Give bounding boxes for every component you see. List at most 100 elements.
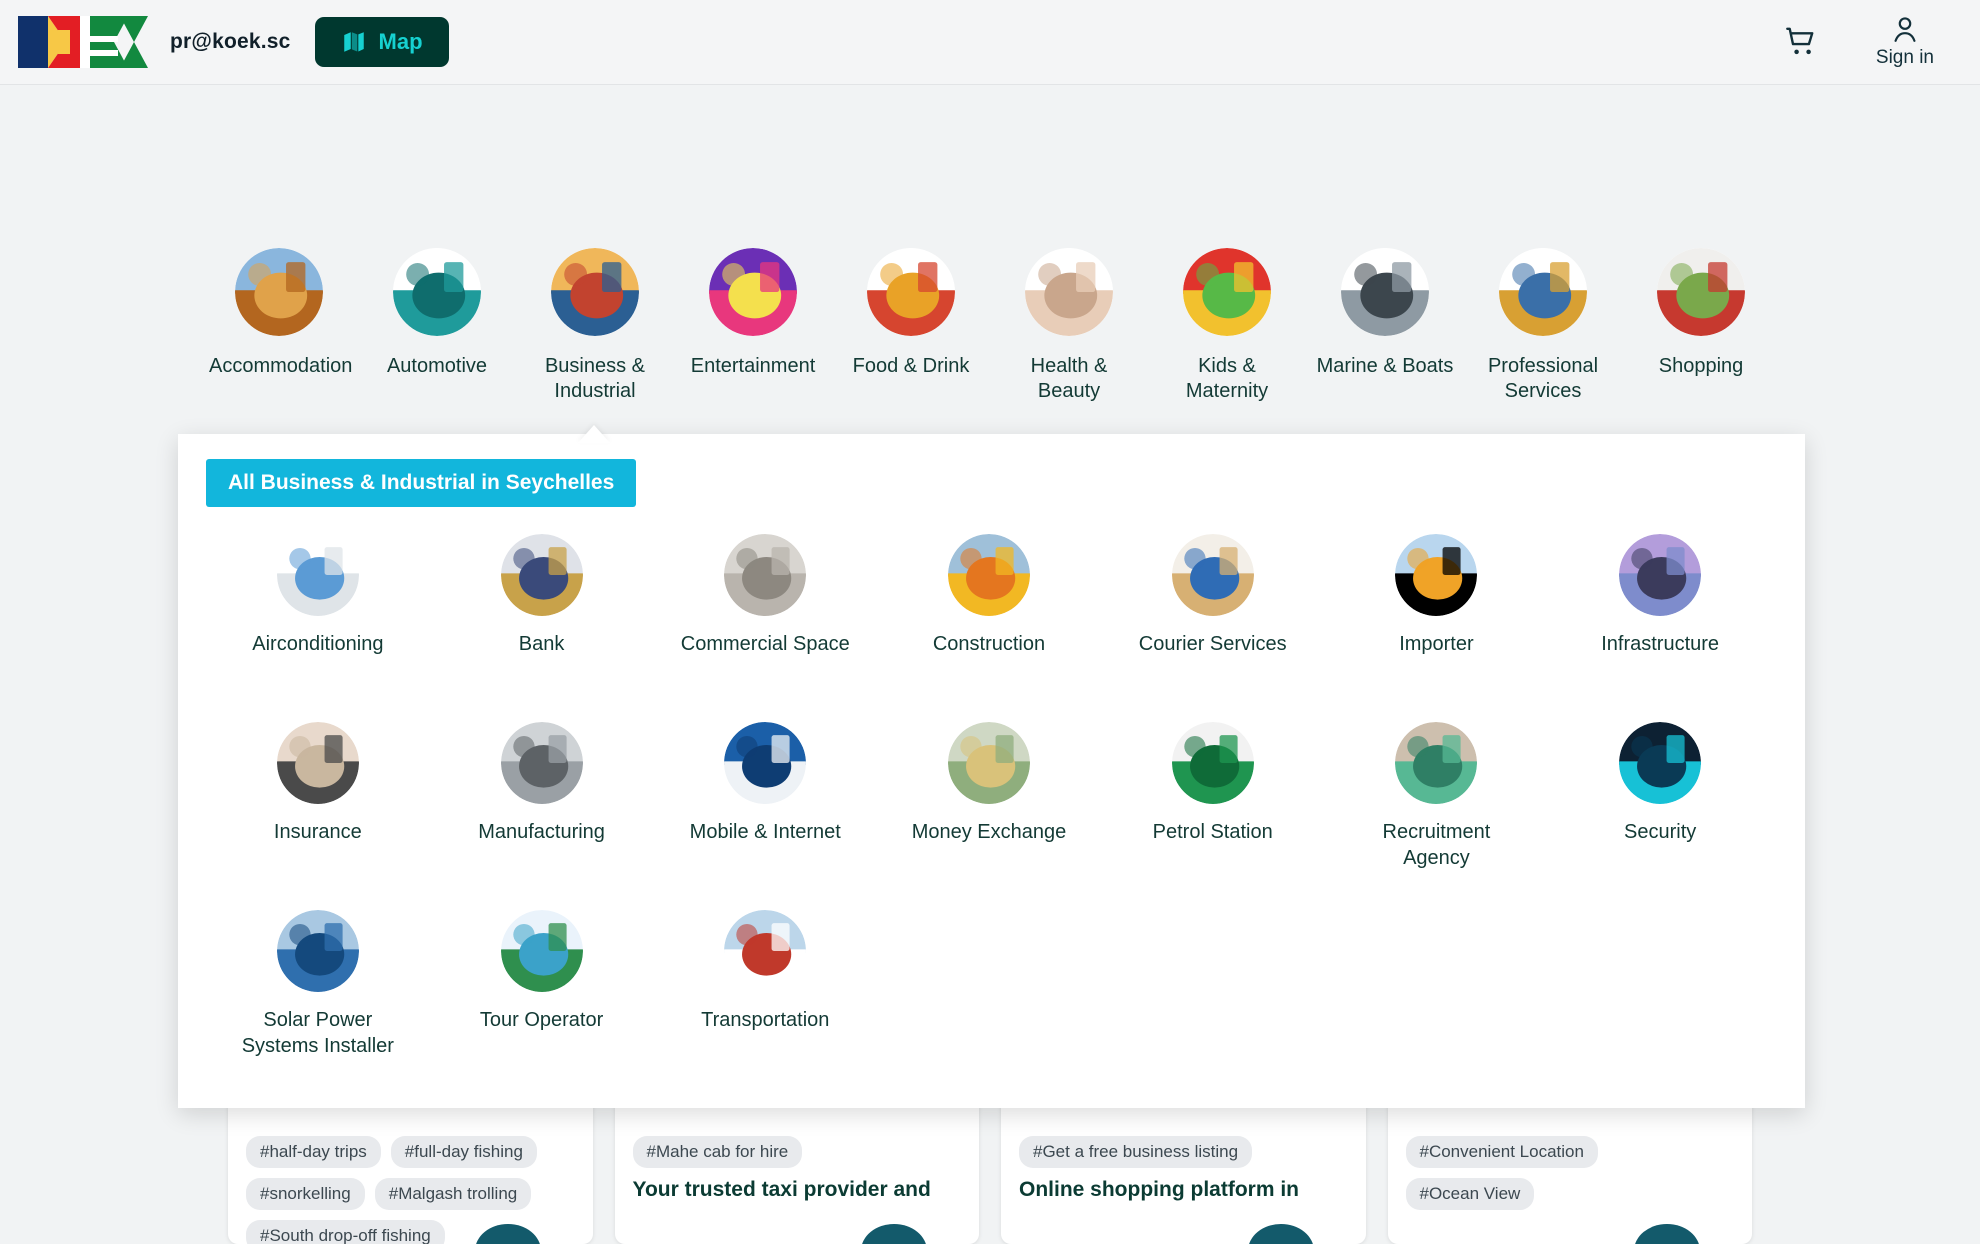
- subcategory-item-petrol-station[interactable]: Petrol Station: [1101, 712, 1325, 900]
- category-item-shopping[interactable]: Shopping: [1622, 248, 1780, 404]
- sports-car-photo-icon: [393, 248, 481, 336]
- protecting-hands-photo-icon: [276, 722, 359, 804]
- tag-chip[interactable]: #half-day trips: [246, 1136, 381, 1168]
- business-logo-blob: [861, 1224, 927, 1244]
- category-item-accommodation[interactable]: Accommodation: [200, 248, 358, 404]
- category-label: Automotive: [386, 355, 488, 377]
- shipping-port-photo-icon: [551, 248, 639, 336]
- category-label: Health & Beauty: [1030, 355, 1108, 402]
- tag-chip[interactable]: #snorkelling: [246, 1178, 365, 1210]
- tag-chip[interactable]: #Malgash trolling: [374, 1178, 532, 1210]
- tag-chip[interactable]: #Ocean View: [1405, 1178, 1535, 1210]
- category-label: Kids & Maternity: [1185, 355, 1269, 402]
- subcategory-item-manufacturing[interactable]: Manufacturing: [430, 712, 654, 900]
- subcategory-item-commercial-space[interactable]: Commercial Space: [653, 524, 877, 712]
- professionals-group-photo-icon: [1499, 248, 1587, 336]
- tag-row: #Mahe cab for hire: [632, 1136, 962, 1168]
- map-button-label: Map: [378, 29, 423, 54]
- category-item-automotive[interactable]: Automotive: [358, 248, 516, 404]
- fuel-nozzle-photo-icon: [1171, 722, 1254, 804]
- top-navigation-bar: pr@koek.sc Map Sign in: [0, 0, 1980, 85]
- subcategory-label: Construction: [932, 633, 1046, 655]
- category-item-professional-services[interactable]: Professional Services: [1464, 248, 1622, 404]
- subcategory-label: Solar Power Systems Installer: [241, 1009, 394, 1057]
- category-label: Accommodation: [209, 355, 353, 377]
- subcategory-label: Airconditioning: [252, 633, 384, 655]
- satellite-dish-photo-icon: [724, 722, 807, 804]
- child-ballpit-photo-icon: [1183, 248, 1271, 336]
- subcategory-item-tour-operator[interactable]: Tour Operator: [430, 900, 654, 1088]
- sign-in-button[interactable]: Sign in: [1876, 16, 1934, 69]
- export-import-sign-photo-icon: [1395, 534, 1478, 616]
- subcategory-item-infrastructure[interactable]: Infrastructure: [1548, 524, 1772, 712]
- people-network-photo-icon: [1395, 722, 1478, 804]
- category-item-health-beauty[interactable]: Health & Beauty: [990, 248, 1148, 404]
- airplane-photo-icon: [724, 910, 807, 992]
- banknotes-photo-icon: [947, 722, 1030, 804]
- subcategory-item-money-exchange[interactable]: Money Exchange: [877, 712, 1101, 900]
- business-logo-blob: [1634, 1224, 1700, 1244]
- category-label: Entertainment: [690, 355, 816, 377]
- tag-chip[interactable]: #Convenient Location: [1405, 1136, 1598, 1168]
- subcategory-label: Courier Services: [1138, 633, 1287, 655]
- solar-panel-photo-icon: [276, 910, 359, 992]
- shield-lock-photo-icon: [1619, 722, 1702, 804]
- category-label: Business & Industrial: [544, 355, 646, 402]
- dropdown-all-badge[interactable]: All Business & Industrial in Seychelles: [206, 459, 637, 507]
- globe-suitcase-photo-icon: [500, 910, 583, 992]
- subcategory-label: Manufacturing: [478, 821, 605, 843]
- subcategory-item-construction[interactable]: Construction: [877, 524, 1101, 712]
- subcategory-label: Security: [1624, 821, 1697, 843]
- category-strip: Accommodation Automotive Business & Indu…: [0, 248, 1980, 404]
- subcategory-item-bank[interactable]: Bank: [430, 524, 654, 712]
- construction-workers-photo-icon: [947, 534, 1030, 616]
- empty-office-photo-icon: [724, 534, 807, 616]
- subcategory-label: Infrastructure: [1601, 633, 1720, 655]
- cart-button[interactable]: [1784, 24, 1820, 60]
- subcategory-item-importer[interactable]: Importer: [1325, 524, 1549, 712]
- category-item-business-industrial[interactable]: Business & Industrial: [516, 248, 674, 404]
- category-label: Professional Services: [1487, 355, 1599, 402]
- business-card-headline: Your trusted taxi provider and: [632, 1178, 931, 1201]
- category-item-kids-maternity[interactable]: Kids & Maternity: [1148, 248, 1306, 404]
- tag-chip[interactable]: #Get a free business listing: [1019, 1136, 1253, 1168]
- map-button[interactable]: Map: [314, 17, 449, 67]
- category-item-marine-boats[interactable]: Marine & Boats: [1306, 248, 1464, 404]
- subcategory-item-solar-power-systems-installer[interactable]: Solar Power Systems Installer: [206, 900, 430, 1088]
- subcategory-item-insurance[interactable]: Insurance: [206, 712, 430, 900]
- tag-chip[interactable]: #Mahe cab for hire: [632, 1136, 803, 1168]
- yacht-photo-icon: [1341, 248, 1429, 336]
- delivery-parcel-photo-icon: [1171, 534, 1254, 616]
- spa-woman-photo-icon: [1025, 248, 1113, 336]
- subcategory-item-airconditioning[interactable]: Airconditioning: [206, 524, 430, 712]
- category-item-entertainment[interactable]: Entertainment: [674, 248, 832, 404]
- subcategory-label: Recruitment Agency: [1382, 821, 1491, 869]
- subcategory-label: Insurance: [273, 821, 362, 843]
- map-icon: [343, 32, 364, 52]
- subcategory-item-courier-services[interactable]: Courier Services: [1101, 524, 1325, 712]
- subcategory-item-mobile-internet[interactable]: Mobile & Internet: [653, 712, 877, 900]
- tag-row: #Get a free business listing: [1019, 1136, 1348, 1168]
- category-label: Shopping: [1658, 355, 1744, 377]
- subcategory-grid: Airconditioning Bank Commercial Space Co…: [206, 524, 1772, 1088]
- tag-chip[interactable]: #South drop-off fishing: [246, 1220, 445, 1244]
- subcategory-label: Commercial Space: [680, 633, 850, 655]
- person-icon: [1894, 16, 1916, 42]
- subcategory-item-recruitment-agency[interactable]: Recruitment Agency: [1325, 712, 1549, 900]
- air-conditioner-photo-icon: [276, 534, 359, 616]
- category-item-food-drink[interactable]: Food & Drink: [832, 248, 990, 404]
- koek-logo[interactable]: [18, 16, 148, 68]
- tag-chip[interactable]: #full-day fishing: [390, 1136, 537, 1168]
- top-bar-actions: Sign in: [1784, 16, 1934, 69]
- business-card-headline: Online shopping platform in: [1019, 1178, 1299, 1201]
- brand-email[interactable]: pr@koek.sc: [170, 30, 291, 54]
- category-label: Marine & Boats: [1316, 355, 1454, 377]
- subcategory-item-security[interactable]: Security: [1548, 712, 1772, 900]
- factory-floor-photo-icon: [500, 722, 583, 804]
- power-pylon-photo-icon: [1619, 534, 1702, 616]
- subcategory-label: Money Exchange: [911, 821, 1067, 843]
- dropdown-caret-icon: [578, 425, 610, 443]
- subcategory-label: Tour Operator: [479, 1009, 604, 1031]
- subcategory-item-transportation[interactable]: Transportation: [653, 900, 877, 1088]
- subcategory-dropdown-panel: All Business & Industrial in Seychelles …: [178, 434, 1805, 1108]
